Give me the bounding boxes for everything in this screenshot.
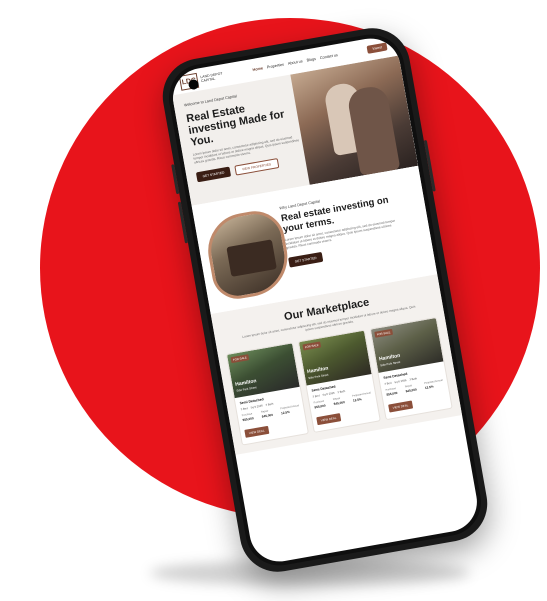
metric-repair: Repair $45,000 [261, 409, 273, 419]
metric-value: $45,000 [261, 412, 274, 419]
get-started-button[interactable]: GET STARTED [195, 166, 232, 183]
status-badge: FOR SALE [374, 328, 393, 338]
view-deal-button[interactable]: VIEW DEAL [316, 413, 342, 426]
status-badge: FOR SALE [230, 354, 250, 364]
property-card[interactable]: FOR SALE Hamilton Side Park Street Semi … [297, 329, 381, 433]
nav-link-about[interactable]: About us [288, 59, 303, 66]
nav-link-blogs[interactable]: Blogs [306, 57, 316, 63]
metric-annual: Projected Annual 12.5% [352, 391, 372, 402]
bath-count: 3 Bath [265, 402, 274, 407]
about-house-image [202, 206, 294, 303]
bed-count: 3 Bed [312, 394, 320, 399]
about-text-block: Why Land Depot Capital Real estate inves… [279, 186, 406, 268]
metric-repair: Repair $45,000 [333, 396, 345, 406]
property-card[interactable]: FOR SALE Hamilton Side Park Street Semi … [369, 316, 453, 421]
bed-count: 3 Bed [384, 381, 392, 386]
metric-value: $45,000 [405, 387, 418, 394]
metric-repair: Repair $45,000 [405, 384, 418, 394]
property-location: Hamilton Side Park Street [307, 366, 330, 381]
nav-link-properties[interactable]: Properties [267, 63, 285, 70]
metric-purchase: Purchase $55,000 [242, 412, 254, 422]
hero-person [346, 84, 401, 176]
property-location: Hamilton Side Park Street [379, 353, 402, 369]
promo-stage: LDC LAND DEPOT CAPITAL Home Properties A… [0, 0, 547, 601]
nav-link-home[interactable]: Home [252, 66, 263, 72]
hero-text-block: Welcome to Land Depot Capital Real Estat… [184, 84, 306, 183]
property-card[interactable]: FOR SALE Hamilton Side Park Street Semi … [225, 342, 309, 446]
metric-value: $55,000 [386, 390, 398, 397]
metric-annual: Projected Annual 12.5% [424, 379, 444, 390]
view-deal-button[interactable]: VIEW DEAL [244, 425, 270, 438]
metric-purchase: Purchase $55,000 [313, 400, 325, 410]
property-location: Hamilton Side Park Street [235, 378, 258, 394]
bed-count: 3 Bed [240, 407, 248, 412]
metric-value: $45,000 [333, 400, 346, 407]
nav-link-contact[interactable]: Contact us [320, 53, 339, 60]
bath-count: 3 Bath [409, 377, 418, 382]
view-deal-button[interactable]: VIEW DEAL [388, 400, 413, 413]
metric-value: $55,000 [242, 416, 254, 423]
house-shape [226, 239, 277, 277]
metric-value: $55,000 [314, 403, 326, 410]
view-properties-button[interactable]: VIEW PROPERTIES [234, 158, 279, 176]
invest-button[interactable]: Invest [366, 42, 388, 54]
bath-count: 3 Bath [337, 389, 346, 395]
about-get-started-button[interactable]: GET STARTED [288, 251, 324, 268]
metric-annual: Projected Annual 12.5% [280, 404, 300, 415]
metric-purchase: Purchase $55,000 [385, 387, 397, 397]
logo-text: LAND DEPOT CAPITAL [200, 71, 223, 83]
status-badge: FOR SALE [302, 341, 322, 351]
area-size: Sq ft 2596 [250, 404, 264, 410]
area-size: Sq ft 2596 [394, 379, 407, 385]
hero-family-photo [290, 55, 419, 185]
area-size: Sq ft 2596 [322, 391, 335, 397]
